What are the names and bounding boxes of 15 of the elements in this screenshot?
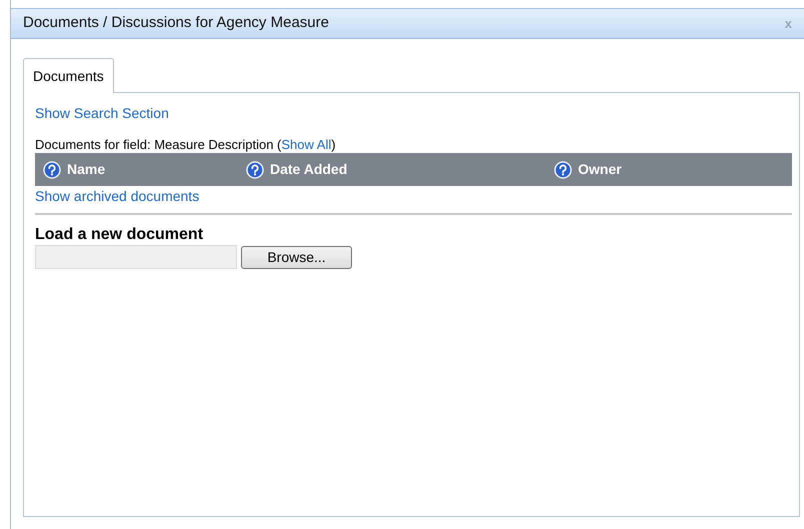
show-archived-link[interactable]: Show archived documents xyxy=(35,186,788,206)
documents-caption: Documents for field: Measure Description (Show All) xyxy=(35,136,337,153)
column-header: Name xyxy=(67,160,106,179)
browse-button[interactable]: Browse... xyxy=(241,246,352,268)
help-icon[interactable] xyxy=(246,160,264,178)
help-icon[interactable] xyxy=(554,160,572,178)
column-header: Date Added xyxy=(270,160,348,179)
file-path-field[interactable] xyxy=(35,245,237,269)
show-all-link[interactable]: Show All xyxy=(281,137,332,152)
help-icon[interactable] xyxy=(43,160,61,178)
column-header: Owner xyxy=(578,160,622,179)
window-title: Documents / Discussions for Agency Measure xyxy=(23,13,329,34)
documents-tab[interactable]: Documents xyxy=(23,58,114,93)
upload-heading: Load a new document xyxy=(35,226,204,244)
show-search-link[interactable]: Show Search Section xyxy=(35,103,788,122)
